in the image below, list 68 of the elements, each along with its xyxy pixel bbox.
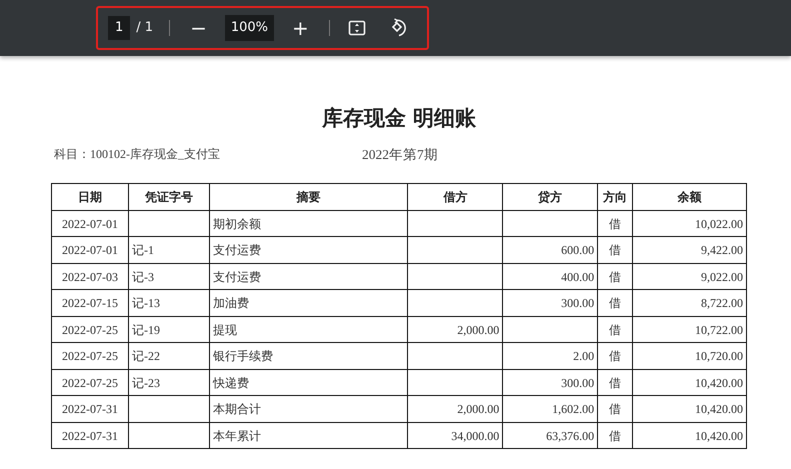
table-cell: 本期合计: [209, 396, 408, 422]
table-cell: 600.00: [502, 236, 598, 264]
table-cell: 10,420.00: [632, 369, 746, 396]
fit-page-icon: [348, 19, 366, 37]
table-cell: 10,720.00: [632, 342, 746, 370]
table-cell: 1,602.00: [502, 396, 598, 422]
table-cell: 8,722.00: [632, 290, 746, 316]
table-cell: 借: [598, 342, 633, 370]
table-cell: 借: [598, 236, 633, 264]
table-cell: 2022-07-01: [52, 236, 128, 264]
column-header: 借方: [408, 184, 503, 210]
table-cell: 支付运费: [209, 236, 408, 264]
table-cell: 记-19: [128, 316, 210, 343]
table-cell: 2022-07-25: [52, 342, 128, 370]
table-cell: 记-22: [128, 342, 210, 370]
page-number-field[interactable]: 1: [108, 16, 130, 40]
table-cell: 借: [598, 210, 633, 237]
table-cell: 记-13: [128, 290, 210, 316]
table-cell: 2,000.00: [408, 316, 503, 343]
zoom-out-button[interactable]: −: [186, 18, 211, 38]
table-cell: 10,722.00: [632, 316, 746, 343]
document-title: 库存现金 明细账: [322, 106, 476, 132]
table-cell: 2022-07-31: [52, 396, 128, 422]
table-cell: 加油费: [209, 290, 408, 316]
table-cell: 34,000.00: [408, 422, 503, 449]
table-cell: 2022-07-03: [52, 263, 128, 290]
table-cell: 2022-07-01: [52, 210, 128, 237]
table-cell: 银行手续费: [209, 342, 408, 370]
table-cell: 9,022.00: [632, 263, 746, 290]
table-cell: 借: [598, 422, 633, 449]
table-cell: 借: [598, 263, 633, 290]
page-total: / 1: [136, 19, 154, 38]
table-cell: 10,420.00: [632, 422, 746, 449]
period-label: 2022年第7期: [362, 146, 438, 164]
table-cell: 借: [598, 369, 633, 396]
table-cell: 借: [598, 316, 633, 343]
table-cell: 9,422.00: [632, 236, 746, 264]
table-cell: 2022-07-15: [52, 290, 128, 316]
column-header: 凭证字号: [128, 184, 210, 210]
table-cell: 2,000.00: [408, 396, 503, 422]
table-cell: 2.00: [502, 342, 598, 370]
table-cell: 2022-07-25: [52, 316, 128, 343]
table-cell: 记-1: [128, 236, 210, 264]
table-cell: 10,420.00: [632, 396, 746, 422]
table-cell: 400.00: [502, 263, 598, 290]
table-cell: 提现: [209, 316, 408, 343]
column-header: 贷方: [502, 184, 598, 210]
column-header: 方向: [598, 184, 633, 210]
column-header: 余额: [632, 184, 746, 210]
table-cell: 300.00: [502, 369, 598, 396]
table-cell: 300.00: [502, 290, 598, 316]
zoom-in-button[interactable]: +: [288, 18, 313, 38]
table-cell: 2022-07-31: [52, 422, 128, 449]
table-cell: 记-23: [128, 369, 210, 396]
table-cell: 2022-07-25: [52, 369, 128, 396]
table-cell: 借: [598, 396, 633, 422]
table-cell: 10,022.00: [632, 210, 746, 237]
table-cell: 快递费: [209, 369, 408, 396]
column-header: 日期: [52, 184, 128, 210]
table-cell: 期初余额: [209, 210, 408, 237]
table-cell: 支付运费: [209, 263, 408, 290]
zoom-field[interactable]: 100%: [224, 15, 274, 41]
table-cell: 本年累计: [209, 422, 408, 449]
table-cell: 借: [598, 290, 633, 316]
table-cell: 63,376.00: [502, 422, 598, 449]
column-header: 摘要: [209, 184, 408, 210]
table-cell: 记-3: [128, 263, 210, 290]
subject-label: 科目：100102-库存现金_支付宝: [54, 146, 221, 164]
